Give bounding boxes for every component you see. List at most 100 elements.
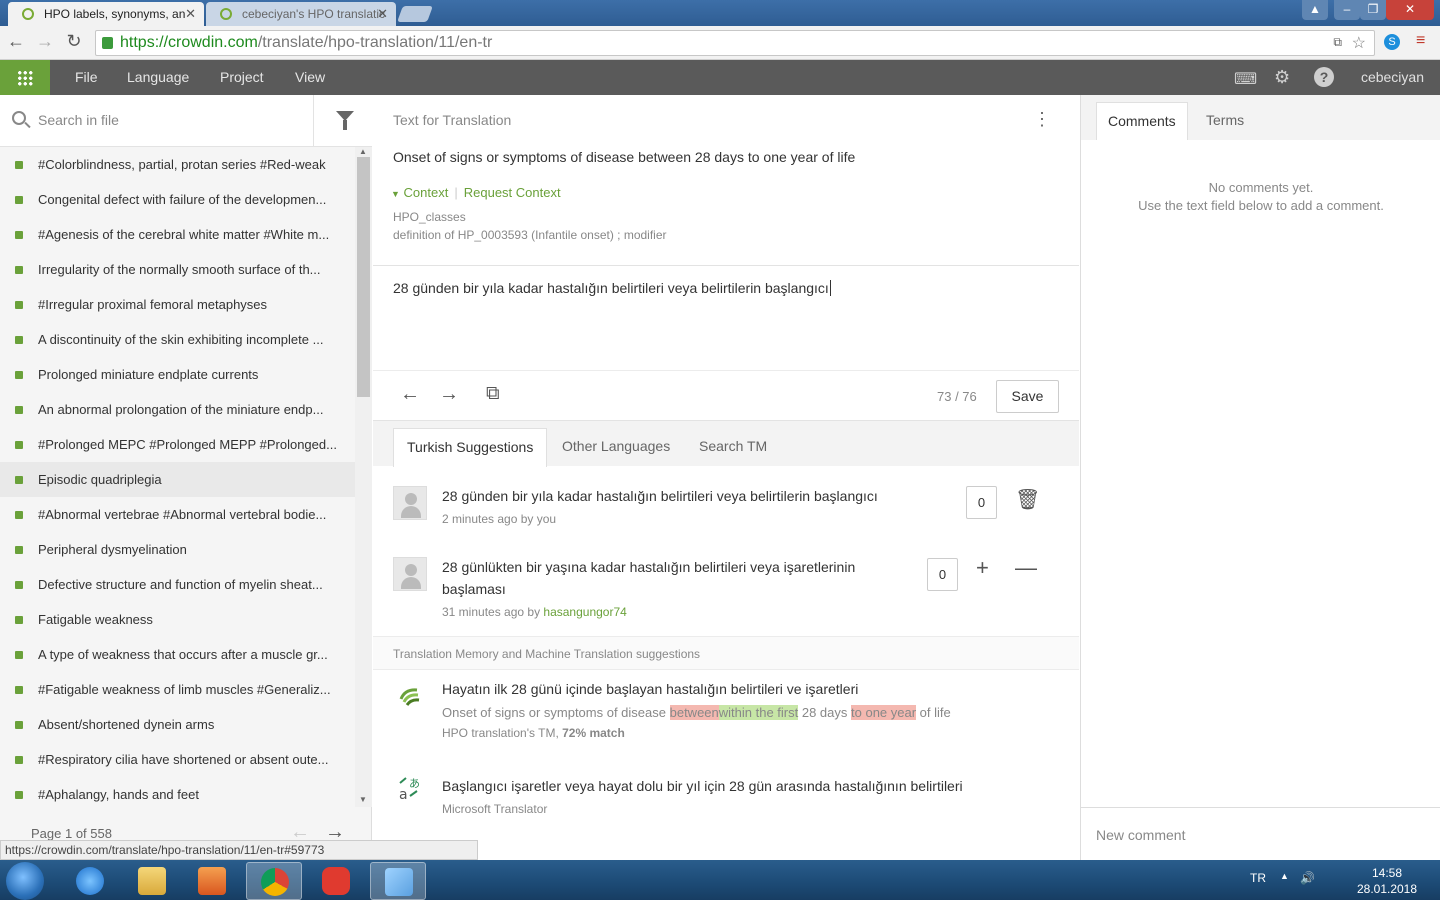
help-icon[interactable]: ?	[1314, 67, 1334, 87]
avatar	[393, 557, 427, 591]
vote-down-icon[interactable]: —	[1015, 555, 1037, 581]
string-item[interactable]: An abnormal prolongation of the miniatur…	[0, 392, 355, 427]
volume-icon[interactable]: 🔊	[1300, 871, 1315, 885]
menu-project[interactable]: Project	[220, 69, 264, 85]
suggestion-item[interactable]: 28 günlükten bir yaşına kadar hastalığın…	[373, 536, 1079, 636]
back-icon[interactable]: ←	[4, 31, 28, 52]
scroll-up-icon[interactable]: ▲	[359, 147, 367, 156]
taskbar-app[interactable]	[308, 862, 364, 900]
input-language[interactable]: TR	[1250, 871, 1266, 885]
string-item[interactable]: #Agenesis of the cerebral white matter #…	[0, 217, 355, 252]
editor-toolbar: ← → ⧉ 73 / 76 Save	[373, 370, 1079, 420]
tab-comments[interactable]: Comments	[1096, 102, 1188, 140]
string-item[interactable]: Prolonged miniature endplate currents	[0, 357, 355, 392]
bookmark-star-icon[interactable]: ☆	[1352, 33, 1366, 53]
mt-text[interactable]: Başlangıcı işaretler veya hayat dolu bir…	[442, 775, 963, 797]
chrome-menu-icon[interactable]: ≡	[1416, 32, 1425, 50]
suggestion-item[interactable]: 28 günden bir yıla kadar hastalığın beli…	[373, 466, 1079, 536]
string-item[interactable]: Fatigable weakness	[0, 602, 355, 637]
next-string-icon[interactable]: →	[439, 383, 459, 406]
vote-up-icon[interactable]: +	[976, 555, 989, 581]
string-item[interactable]: #Prolonged MEPC #Prolonged MEPP #Prolong…	[0, 427, 355, 462]
string-item[interactable]: #Aphalangy, hands and feet	[0, 777, 355, 807]
string-item[interactable]: #Fatigable weakness of limb muscles #Gen…	[0, 672, 355, 707]
string-item[interactable]: #Abnormal vertebrae #Abnormal vertebral …	[0, 497, 355, 532]
url-field[interactable]: https://crowdin.com/translate/hpo-transl…	[95, 30, 1375, 56]
filter-button[interactable]	[313, 95, 372, 147]
tab-terms[interactable]: Terms	[1195, 102, 1255, 140]
string-item[interactable]: Peripheral dysmyelination	[0, 532, 355, 567]
search-input[interactable]: Search in file	[38, 112, 119, 128]
previous-string-icon[interactable]: ←	[400, 383, 420, 406]
system-clock[interactable]: 14:58 28.01.2018	[1354, 865, 1420, 897]
skype-extension-icon[interactable]: S	[1384, 34, 1400, 50]
tab-turkish-suggestions[interactable]: Turkish Suggestions	[393, 428, 548, 467]
keyboard-icon[interactable]: ⌨	[1234, 69, 1257, 89]
taskbar-chrome[interactable]	[246, 862, 302, 900]
string-item[interactable]: #Irregular proximal femoral metaphyses	[0, 287, 355, 322]
taskbar-paint[interactable]	[370, 862, 426, 900]
reload-icon[interactable]: ↻	[62, 31, 86, 52]
scroll-thumb[interactable]	[357, 157, 370, 397]
string-item[interactable]: Congenital defect with failure of the de…	[0, 182, 355, 217]
username[interactable]: cebeciyan	[1361, 69, 1424, 85]
copy-source-icon[interactable]: ⧉	[486, 383, 500, 405]
close-tab-icon[interactable]: ✕	[377, 6, 388, 22]
taskbar-media[interactable]	[184, 862, 240, 900]
tm-text[interactable]: Hayatın ilk 28 günü içinde başlayan hast…	[442, 678, 858, 700]
string-item[interactable]: #Respiratory cilia have shortened or abs…	[0, 742, 355, 777]
string-item[interactable]: #Colorblindness, partial, protan series …	[0, 147, 355, 182]
more-options-icon[interactable]: ⋮	[1033, 109, 1051, 130]
close-tab-icon[interactable]: ✕	[185, 6, 196, 22]
taskbar-ie[interactable]	[62, 862, 118, 900]
tray-expand-icon[interactable]: ▲	[1280, 871, 1289, 881]
menu-file[interactable]: File	[75, 69, 98, 85]
search-icon	[12, 111, 26, 125]
url-host: https://crowdin.com	[120, 34, 258, 51]
string-item[interactable]: A type of weakness that occurs after a m…	[0, 637, 355, 672]
suggestion-text[interactable]: 28 günlükten bir yaşına kadar hastalığın…	[442, 556, 855, 600]
mt-suggestion[interactable]: a あ Başlangıcı işaretler veya hayat dolu…	[373, 765, 1079, 835]
strings-scrollbar[interactable]: ▲ ▼	[355, 147, 372, 807]
tab-other-languages[interactable]: Other Languages	[549, 428, 683, 467]
app-icon	[322, 867, 350, 895]
search-in-file-box[interactable]: Search in file	[0, 95, 372, 147]
user-profile-button[interactable]: ▲	[1302, 0, 1328, 20]
menu-view[interactable]: View	[295, 69, 325, 85]
menu-language[interactable]: Language	[127, 69, 189, 85]
start-button[interactable]	[6, 862, 44, 900]
taskbar-explorer[interactable]	[124, 862, 180, 900]
translation-text[interactable]: 28 günden bir yıla kadar hastalığın beli…	[393, 280, 831, 296]
string-item[interactable]: Irregularity of the normally smooth surf…	[0, 252, 355, 287]
tab-search-tm[interactable]: Search TM	[686, 428, 780, 467]
translated-status-icon	[15, 546, 23, 554]
string-label: Defective structure and function of myel…	[38, 577, 323, 592]
request-context-link[interactable]: Request Context	[464, 185, 561, 200]
trash-icon[interactable]: 🗑	[1015, 487, 1040, 512]
string-item[interactable]: Episodic quadriplegia	[0, 462, 355, 497]
browser-tab[interactable]: cebeciyan's HPO translatic ✕	[206, 2, 396, 26]
close-window-button[interactable]: ✕	[1386, 0, 1434, 20]
suggestion-author-link[interactable]: hasangungor74	[543, 605, 626, 619]
string-item[interactable]: Absent/shortened dynein arms	[0, 707, 355, 742]
new-comment-field[interactable]: New comment	[1081, 807, 1440, 860]
suggestion-text[interactable]: 28 günden bir yıla kadar hastalığın beli…	[442, 485, 878, 507]
tm-suggestion[interactable]: Hayatın ilk 28 günü içinde başlayan hast…	[373, 670, 1079, 765]
vote-count: 0	[966, 486, 997, 519]
translated-status-icon	[15, 686, 23, 694]
gear-icon[interactable]: ⚙	[1274, 67, 1290, 88]
translate-icon[interactable]: ⧉	[1333, 35, 1342, 50]
new-tab-button[interactable]	[397, 6, 433, 22]
save-button[interactable]: Save	[996, 380, 1059, 413]
apps-grid-icon	[17, 70, 33, 86]
string-item[interactable]: A discontinuity of the skin exhibiting i…	[0, 322, 355, 357]
context-toggle[interactable]: Context	[404, 185, 449, 200]
forward-icon[interactable]: →	[33, 31, 57, 52]
apps-grid-button[interactable]	[0, 60, 50, 95]
browser-tab-active[interactable]: HPO labels, synonyms, an ✕	[8, 2, 204, 26]
scroll-down-icon[interactable]: ▼	[359, 795, 367, 804]
string-item[interactable]: Defective structure and function of myel…	[0, 567, 355, 602]
minimize-button[interactable]: –	[1334, 0, 1360, 20]
maximize-button[interactable]: ❐	[1360, 0, 1386, 20]
translation-input[interactable]: 28 günden bir yıla kadar hastalığın beli…	[373, 265, 1079, 370]
